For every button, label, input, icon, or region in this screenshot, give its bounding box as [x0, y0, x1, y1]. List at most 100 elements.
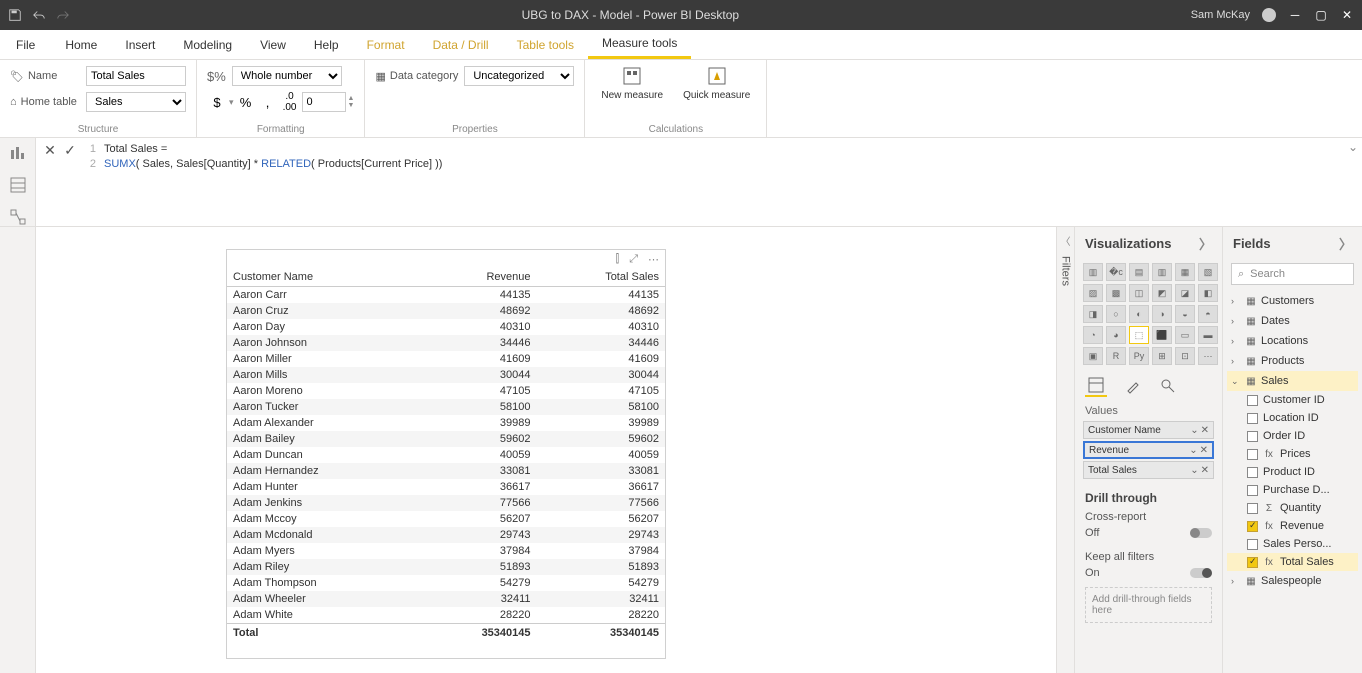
redo-icon[interactable] — [56, 8, 70, 22]
viz-type-button[interactable]: ⬛ — [1152, 326, 1172, 344]
filters-pane-collapsed[interactable]: 〈 Filters — [1056, 227, 1074, 673]
table-row[interactable]: Adam Alexander3998939989 — [227, 415, 665, 431]
formula-bar[interactable]: ✕ ✓ 1Total Sales = 2SUMX( Sales, Sales[Q… — [36, 138, 1362, 226]
table-node[interactable]: ›▦Locations — [1227, 331, 1358, 351]
viz-type-button[interactable]: ◫ — [1129, 284, 1149, 302]
field-item[interactable]: Customer ID — [1227, 391, 1358, 409]
hometable-select[interactable]: Sales — [86, 92, 186, 112]
collapse-viz-icon[interactable]: 〉 — [1199, 234, 1212, 253]
collapse-fields-icon[interactable]: 〉 — [1339, 234, 1352, 253]
viz-type-button[interactable]: ▭ — [1175, 326, 1195, 344]
tab-help[interactable]: Help — [300, 30, 353, 59]
table-row[interactable]: Adam Jenkins7756677566 — [227, 495, 665, 511]
field-item[interactable]: fxPrices — [1227, 445, 1358, 463]
tab-modeling[interactable]: Modeling — [169, 30, 246, 59]
search-input[interactable]: ⌕ Search — [1231, 263, 1354, 285]
more-icon[interactable]: ⋯ — [648, 253, 659, 266]
tab-format[interactable]: Format — [353, 30, 419, 59]
viz-type-button[interactable]: ▧ — [1198, 263, 1218, 281]
viz-type-button[interactable]: ⬚ — [1129, 326, 1149, 344]
table-row[interactable]: Adam Riley5189351893 — [227, 559, 665, 575]
checkbox[interactable] — [1247, 539, 1258, 550]
table-row[interactable]: Adam Thompson5427954279 — [227, 575, 665, 591]
checkbox[interactable] — [1247, 521, 1258, 532]
tab-home[interactable]: Home — [51, 30, 111, 59]
formula-expand-icon[interactable]: ⌄ — [1348, 140, 1358, 154]
analytics-tab-icon[interactable] — [1157, 375, 1179, 397]
new-measure-button[interactable]: New measure — [595, 64, 669, 101]
tab-view[interactable]: View — [246, 30, 300, 59]
viz-type-button[interactable]: ▥ — [1152, 263, 1172, 281]
viz-type-button[interactable]: ○ — [1106, 305, 1126, 323]
tab-file[interactable]: File — [0, 30, 51, 59]
data-view-icon[interactable] — [9, 176, 27, 194]
quick-measure-button[interactable]: Quick measure — [677, 64, 756, 101]
column-header[interactable]: Total Sales — [537, 268, 665, 287]
viz-type-button[interactable]: ◩ — [1152, 284, 1172, 302]
viz-type-button[interactable]: ▦ — [1175, 263, 1195, 281]
avatar[interactable] — [1262, 8, 1276, 22]
field-item[interactable]: fxTotal Sales — [1227, 553, 1358, 571]
close-icon[interactable]: ✕ — [1340, 8, 1354, 22]
focus-icon[interactable]: ⤢ — [629, 253, 638, 266]
field-item[interactable]: ΣQuantity — [1227, 499, 1358, 517]
values-well[interactable]: Customer Name⌄✕Revenue⌄✕Total Sales⌄✕ — [1075, 419, 1222, 481]
percent-button[interactable]: % — [236, 92, 256, 112]
viz-type-button[interactable]: ⊡ — [1175, 347, 1195, 365]
remove-field-icon[interactable]: ✕ — [1201, 465, 1209, 476]
minimize-icon[interactable]: ─ — [1288, 8, 1302, 22]
table-row[interactable]: Adam Duncan4005940059 — [227, 447, 665, 463]
viz-type-button[interactable]: ◕ — [1106, 326, 1126, 344]
comma-button[interactable]: , — [258, 92, 278, 112]
field-item[interactable]: Purchase D... — [1227, 481, 1358, 499]
format-select[interactable]: Whole number — [232, 66, 342, 86]
viz-type-button[interactable]: ◧ — [1198, 284, 1218, 302]
table-row[interactable]: Adam Mccoy5620756207 — [227, 511, 665, 527]
field-item[interactable]: Order ID — [1227, 427, 1358, 445]
chevron-down-icon[interactable]: ⌄ — [1190, 425, 1198, 436]
formula-commit-button[interactable]: ✓ — [60, 140, 80, 160]
undo-icon[interactable] — [32, 8, 46, 22]
table-row[interactable]: Adam Wheeler3241132411 — [227, 591, 665, 607]
viz-type-button[interactable]: ▤ — [1129, 263, 1149, 281]
datacat-select[interactable]: Uncategorized — [464, 66, 574, 86]
checkbox[interactable] — [1247, 485, 1258, 496]
cross-report-toggle[interactable] — [1190, 528, 1212, 538]
table-row[interactable]: Aaron Tucker5810058100 — [227, 399, 665, 415]
checkbox[interactable] — [1247, 449, 1258, 460]
table-row[interactable]: Aaron Moreno4710547105 — [227, 383, 665, 399]
viz-type-button[interactable]: ◓ — [1198, 305, 1218, 323]
chevron-down-icon[interactable]: ⌄ — [1190, 465, 1198, 476]
column-header[interactable]: Revenue — [418, 268, 537, 287]
column-header[interactable]: Customer Name — [227, 268, 418, 287]
table-row[interactable]: Aaron Mills3004430044 — [227, 367, 665, 383]
table-node[interactable]: ›▦Dates — [1227, 311, 1358, 331]
name-input[interactable] — [86, 66, 186, 86]
remove-field-icon[interactable]: ✕ — [1201, 425, 1209, 436]
viz-type-button[interactable]: ◨ — [1083, 305, 1103, 323]
table-row[interactable]: Adam Myers3798437984 — [227, 543, 665, 559]
viz-type-button[interactable]: ◒ — [1175, 305, 1195, 323]
viz-type-button[interactable]: �c — [1106, 263, 1126, 281]
table-node[interactable]: ⌄▦Sales — [1227, 371, 1358, 391]
checkbox[interactable] — [1247, 431, 1258, 442]
viz-type-button[interactable]: ◐ — [1129, 305, 1149, 323]
formula-cancel-button[interactable]: ✕ — [40, 140, 60, 160]
table-row[interactable]: Aaron Johnson3444634446 — [227, 335, 665, 351]
table-row[interactable]: Aaron Cruz4869248692 — [227, 303, 665, 319]
viz-type-button[interactable]: ◑ — [1152, 305, 1172, 323]
field-item[interactable]: fxRevenue — [1227, 517, 1358, 535]
table-row[interactable]: Adam White2822028220 — [227, 607, 665, 624]
spin-up-icon[interactable]: ▲ — [348, 95, 355, 102]
table-row[interactable]: Aaron Carr4413544135 — [227, 287, 665, 304]
table-row[interactable]: Adam Hunter3661736617 — [227, 479, 665, 495]
table-node[interactable]: ›▦Customers — [1227, 291, 1358, 311]
field-item[interactable]: Sales Perso... — [1227, 535, 1358, 553]
viz-type-button[interactable]: ⋯ — [1198, 347, 1218, 365]
expand-filters-icon[interactable]: 〈 — [1061, 233, 1071, 248]
fields-tab-icon[interactable] — [1085, 375, 1107, 397]
well-item[interactable]: Revenue⌄✕ — [1083, 441, 1214, 459]
checkbox[interactable] — [1247, 503, 1258, 514]
well-item[interactable]: Customer Name⌄✕ — [1083, 421, 1214, 439]
viz-type-button[interactable]: ▩ — [1106, 284, 1126, 302]
